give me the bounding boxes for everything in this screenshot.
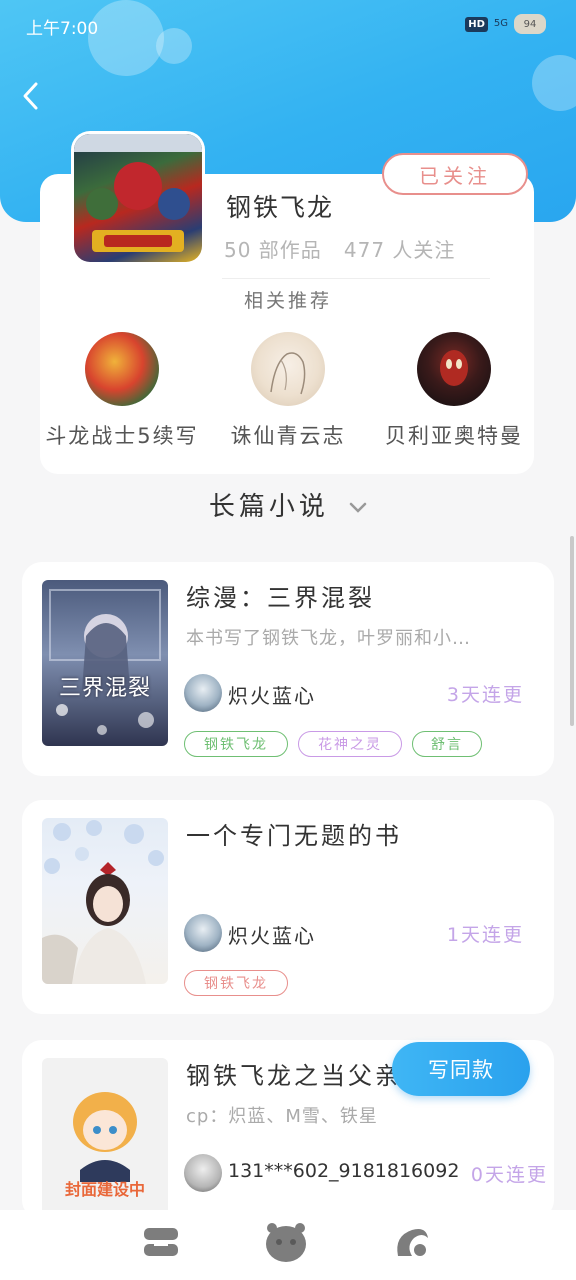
update-status: 1天连更 (446, 924, 524, 946)
divider (222, 278, 490, 279)
chevron-left-icon (23, 82, 38, 110)
writer-avatar (184, 674, 222, 712)
recommend-item[interactable]: 贝利亚奥特曼 (364, 332, 544, 450)
decor-bubble (532, 55, 576, 111)
nav-library-icon[interactable] (142, 1222, 180, 1264)
recommend-name: 贝利亚奥特曼 (385, 424, 523, 448)
scrollbar[interactable] (570, 536, 574, 726)
book-card[interactable]: 三界混裂 综漫：三界混裂 本书写了钢铁飞龙，叶罗丽和小… 炽火蓝心 3天连更 钢… (22, 562, 554, 776)
recommend-avatar (417, 332, 491, 406)
recommend-title: 相关推荐 (243, 290, 332, 312)
update-status: 3天连更 (446, 684, 524, 706)
author-avatar[interactable] (74, 134, 202, 262)
recommend-item[interactable]: 斗龙战士5续写 (32, 332, 212, 450)
writer-name: 炽火蓝心 (228, 684, 316, 708)
book-desc: cp：炽蓝、M雪、铁星 (186, 1106, 378, 1127)
status-icons: HD 5G 94 (465, 14, 546, 34)
nav-home-icon[interactable] (264, 1222, 308, 1268)
book-cover (42, 818, 168, 984)
book-tag[interactable]: 花神之灵 (298, 731, 402, 757)
follow-button[interactable]: 已关注 (382, 153, 528, 195)
book-card[interactable]: 一个专门无题的书 炽火蓝心 1天连更 钢铁飞龙 (22, 800, 554, 1014)
book-cover-text: 三界混裂 (58, 676, 151, 701)
write-same-button[interactable]: 写同款 (392, 1042, 530, 1096)
status-time: 上午7:00 (26, 19, 99, 39)
writer-avatar (184, 1154, 222, 1192)
decor-bubble (156, 28, 192, 64)
chevron-down-icon (349, 502, 367, 513)
recommend-avatar (85, 332, 159, 406)
recommend-item[interactable]: 诛仙青云志 (198, 332, 378, 450)
writer-avatar (184, 914, 222, 952)
book-title: 钢铁飞龙之当父亲 (186, 1062, 402, 1090)
book-cover-text: 封面建设中 (64, 1180, 145, 1199)
writer-name: 炽火蓝心 (228, 924, 316, 948)
book-title: 综漫：三界混裂 (186, 584, 375, 612)
book-tag[interactable]: 舒言 (412, 731, 482, 757)
book-desc: 本书写了钢铁飞龙，叶罗丽和小… (186, 628, 471, 649)
book-tag[interactable]: 钢铁飞龙 (184, 731, 288, 757)
book-cover: 封面建设中 (42, 1058, 168, 1220)
back-button[interactable] (16, 76, 48, 116)
followers-count: 477 人关注 (343, 238, 456, 262)
recommend-avatar (251, 332, 325, 406)
recommend-name: 斗龙战士5续写 (45, 424, 199, 448)
book-tag[interactable]: 钢铁飞龙 (184, 970, 288, 996)
decor-bubble (88, 0, 164, 76)
battery-icon: 94 (514, 14, 546, 34)
category-selector[interactable]: 长篇小说 (0, 486, 576, 523)
hd-icon: HD (465, 16, 488, 32)
book-cover: 三界混裂 (42, 580, 168, 746)
update-status: 0天连更 (470, 1164, 548, 1186)
author-name: 钢铁飞龙 (226, 193, 335, 222)
author-stats: 50 部作品 477 人关注 (224, 234, 455, 263)
works-count: 50 部作品 (224, 238, 322, 262)
signal-icon: 5G (493, 18, 508, 29)
category-label: 长篇小说 (208, 492, 329, 522)
recommend-name: 诛仙青云志 (230, 424, 346, 448)
book-title: 一个专门无题的书 (186, 822, 402, 850)
writer-name: 131***602_9181816092 (228, 1160, 460, 1182)
nav-profile-icon[interactable] (392, 1222, 432, 1266)
